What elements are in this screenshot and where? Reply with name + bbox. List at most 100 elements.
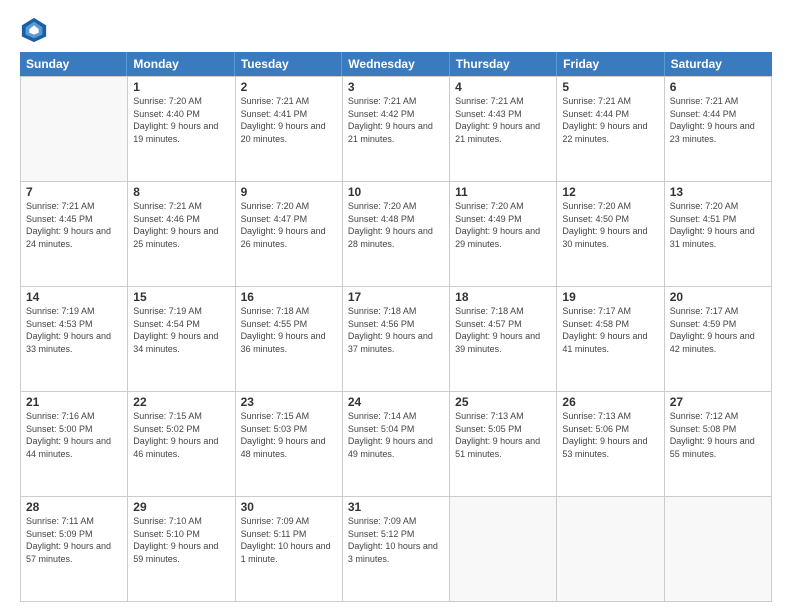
day-info: Sunrise: 7:17 AM Sunset: 4:59 PM Dayligh… <box>670 305 766 355</box>
header-day-monday: Monday <box>127 52 234 76</box>
logo-icon <box>20 16 48 44</box>
day-info: Sunrise: 7:21 AM Sunset: 4:42 PM Dayligh… <box>348 95 444 145</box>
day-number: 28 <box>26 500 122 514</box>
calendar: SundayMondayTuesdayWednesdayThursdayFrid… <box>20 52 772 602</box>
day-number: 30 <box>241 500 337 514</box>
day-number: 6 <box>670 80 766 94</box>
day-number: 24 <box>348 395 444 409</box>
calendar-cell: 22 Sunrise: 7:15 AM Sunset: 5:02 PM Dayl… <box>128 392 235 497</box>
header-day-wednesday: Wednesday <box>342 52 449 76</box>
day-number: 25 <box>455 395 551 409</box>
calendar-cell: 25 Sunrise: 7:13 AM Sunset: 5:05 PM Dayl… <box>450 392 557 497</box>
day-number: 26 <box>562 395 658 409</box>
calendar-week-4: 21 Sunrise: 7:16 AM Sunset: 5:00 PM Dayl… <box>21 392 772 497</box>
day-number: 9 <box>241 185 337 199</box>
day-info: Sunrise: 7:21 AM Sunset: 4:43 PM Dayligh… <box>455 95 551 145</box>
calendar-cell: 30 Sunrise: 7:09 AM Sunset: 5:11 PM Dayl… <box>236 497 343 602</box>
day-number: 8 <box>133 185 229 199</box>
calendar-cell: 23 Sunrise: 7:15 AM Sunset: 5:03 PM Dayl… <box>236 392 343 497</box>
day-number: 5 <box>562 80 658 94</box>
page: SundayMondayTuesdayWednesdayThursdayFrid… <box>0 0 792 612</box>
calendar-week-2: 7 Sunrise: 7:21 AM Sunset: 4:45 PM Dayli… <box>21 182 772 287</box>
calendar-week-3: 14 Sunrise: 7:19 AM Sunset: 4:53 PM Dayl… <box>21 287 772 392</box>
day-number: 2 <box>241 80 337 94</box>
calendar-cell: 10 Sunrise: 7:20 AM Sunset: 4:48 PM Dayl… <box>343 182 450 287</box>
calendar-week-5: 28 Sunrise: 7:11 AM Sunset: 5:09 PM Dayl… <box>21 497 772 602</box>
day-info: Sunrise: 7:13 AM Sunset: 5:05 PM Dayligh… <box>455 410 551 460</box>
day-number: 14 <box>26 290 122 304</box>
day-info: Sunrise: 7:18 AM Sunset: 4:56 PM Dayligh… <box>348 305 444 355</box>
calendar-cell <box>557 497 664 602</box>
calendar-header: SundayMondayTuesdayWednesdayThursdayFrid… <box>20 52 772 76</box>
day-info: Sunrise: 7:15 AM Sunset: 5:02 PM Dayligh… <box>133 410 229 460</box>
calendar-cell: 11 Sunrise: 7:20 AM Sunset: 4:49 PM Dayl… <box>450 182 557 287</box>
calendar-cell: 20 Sunrise: 7:17 AM Sunset: 4:59 PM Dayl… <box>665 287 772 392</box>
day-number: 21 <box>26 395 122 409</box>
header-day-tuesday: Tuesday <box>235 52 342 76</box>
day-number: 17 <box>348 290 444 304</box>
calendar-cell: 6 Sunrise: 7:21 AM Sunset: 4:44 PM Dayli… <box>665 77 772 182</box>
day-info: Sunrise: 7:09 AM Sunset: 5:12 PM Dayligh… <box>348 515 444 565</box>
calendar-cell <box>450 497 557 602</box>
day-info: Sunrise: 7:20 AM Sunset: 4:47 PM Dayligh… <box>241 200 337 250</box>
day-number: 19 <box>562 290 658 304</box>
calendar-cell: 1 Sunrise: 7:20 AM Sunset: 4:40 PM Dayli… <box>128 77 235 182</box>
calendar-cell: 31 Sunrise: 7:09 AM Sunset: 5:12 PM Dayl… <box>343 497 450 602</box>
day-info: Sunrise: 7:21 AM Sunset: 4:46 PM Dayligh… <box>133 200 229 250</box>
calendar-cell: 28 Sunrise: 7:11 AM Sunset: 5:09 PM Dayl… <box>21 497 128 602</box>
day-number: 23 <box>241 395 337 409</box>
calendar-cell: 14 Sunrise: 7:19 AM Sunset: 4:53 PM Dayl… <box>21 287 128 392</box>
day-info: Sunrise: 7:20 AM Sunset: 4:50 PM Dayligh… <box>562 200 658 250</box>
calendar-cell <box>665 497 772 602</box>
calendar-cell: 15 Sunrise: 7:19 AM Sunset: 4:54 PM Dayl… <box>128 287 235 392</box>
calendar-cell: 5 Sunrise: 7:21 AM Sunset: 4:44 PM Dayli… <box>557 77 664 182</box>
day-number: 16 <box>241 290 337 304</box>
calendar-cell <box>21 77 128 182</box>
header-day-saturday: Saturday <box>665 52 772 76</box>
calendar-cell: 24 Sunrise: 7:14 AM Sunset: 5:04 PM Dayl… <box>343 392 450 497</box>
day-number: 3 <box>348 80 444 94</box>
day-info: Sunrise: 7:20 AM Sunset: 4:51 PM Dayligh… <box>670 200 766 250</box>
day-info: Sunrise: 7:15 AM Sunset: 5:03 PM Dayligh… <box>241 410 337 460</box>
calendar-cell: 19 Sunrise: 7:17 AM Sunset: 4:58 PM Dayl… <box>557 287 664 392</box>
day-info: Sunrise: 7:21 AM Sunset: 4:41 PM Dayligh… <box>241 95 337 145</box>
day-info: Sunrise: 7:11 AM Sunset: 5:09 PM Dayligh… <box>26 515 122 565</box>
day-info: Sunrise: 7:19 AM Sunset: 4:54 PM Dayligh… <box>133 305 229 355</box>
day-info: Sunrise: 7:21 AM Sunset: 4:44 PM Dayligh… <box>670 95 766 145</box>
calendar-cell: 8 Sunrise: 7:21 AM Sunset: 4:46 PM Dayli… <box>128 182 235 287</box>
header-day-sunday: Sunday <box>20 52 127 76</box>
day-info: Sunrise: 7:19 AM Sunset: 4:53 PM Dayligh… <box>26 305 122 355</box>
day-info: Sunrise: 7:16 AM Sunset: 5:00 PM Dayligh… <box>26 410 122 460</box>
header-day-thursday: Thursday <box>450 52 557 76</box>
day-info: Sunrise: 7:13 AM Sunset: 5:06 PM Dayligh… <box>562 410 658 460</box>
day-number: 31 <box>348 500 444 514</box>
day-number: 29 <box>133 500 229 514</box>
calendar-cell: 17 Sunrise: 7:18 AM Sunset: 4:56 PM Dayl… <box>343 287 450 392</box>
day-info: Sunrise: 7:18 AM Sunset: 4:57 PM Dayligh… <box>455 305 551 355</box>
day-number: 27 <box>670 395 766 409</box>
calendar-cell: 26 Sunrise: 7:13 AM Sunset: 5:06 PM Dayl… <box>557 392 664 497</box>
calendar-cell: 27 Sunrise: 7:12 AM Sunset: 5:08 PM Dayl… <box>665 392 772 497</box>
day-info: Sunrise: 7:18 AM Sunset: 4:55 PM Dayligh… <box>241 305 337 355</box>
calendar-week-1: 1 Sunrise: 7:20 AM Sunset: 4:40 PM Dayli… <box>21 77 772 182</box>
day-number: 12 <box>562 185 658 199</box>
header <box>20 16 772 44</box>
day-info: Sunrise: 7:10 AM Sunset: 5:10 PM Dayligh… <box>133 515 229 565</box>
day-number: 22 <box>133 395 229 409</box>
calendar-cell: 9 Sunrise: 7:20 AM Sunset: 4:47 PM Dayli… <box>236 182 343 287</box>
calendar-cell: 4 Sunrise: 7:21 AM Sunset: 4:43 PM Dayli… <box>450 77 557 182</box>
calendar-cell: 12 Sunrise: 7:20 AM Sunset: 4:50 PM Dayl… <box>557 182 664 287</box>
day-number: 13 <box>670 185 766 199</box>
day-number: 10 <box>348 185 444 199</box>
day-info: Sunrise: 7:21 AM Sunset: 4:45 PM Dayligh… <box>26 200 122 250</box>
calendar-cell: 21 Sunrise: 7:16 AM Sunset: 5:00 PM Dayl… <box>21 392 128 497</box>
day-number: 18 <box>455 290 551 304</box>
calendar-body: 1 Sunrise: 7:20 AM Sunset: 4:40 PM Dayli… <box>20 76 772 602</box>
day-number: 20 <box>670 290 766 304</box>
day-number: 11 <box>455 185 551 199</box>
day-number: 4 <box>455 80 551 94</box>
calendar-cell: 29 Sunrise: 7:10 AM Sunset: 5:10 PM Dayl… <box>128 497 235 602</box>
day-info: Sunrise: 7:20 AM Sunset: 4:48 PM Dayligh… <box>348 200 444 250</box>
calendar-cell: 16 Sunrise: 7:18 AM Sunset: 4:55 PM Dayl… <box>236 287 343 392</box>
calendar-cell: 3 Sunrise: 7:21 AM Sunset: 4:42 PM Dayli… <box>343 77 450 182</box>
